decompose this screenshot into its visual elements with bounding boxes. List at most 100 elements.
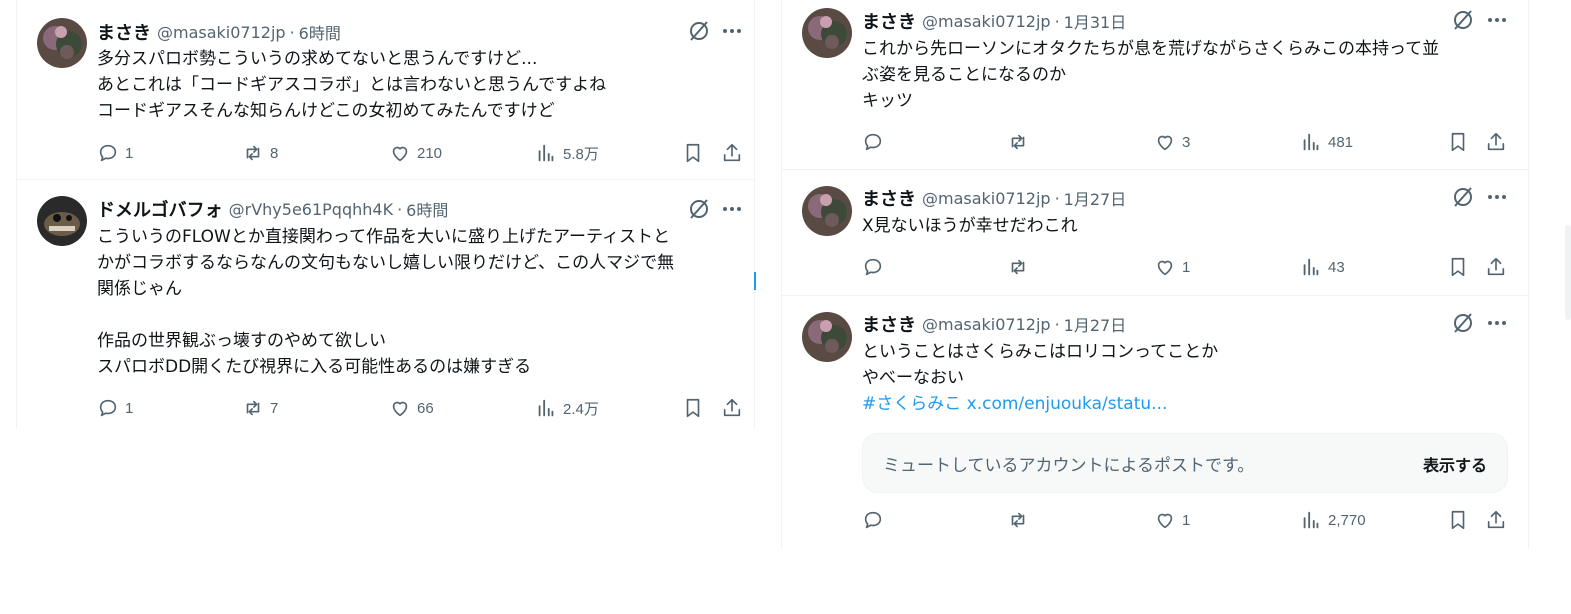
bookmark-button[interactable] (1447, 508, 1469, 532)
views-count: 5.8万 (563, 145, 599, 163)
tweet-header: まさき @masaki0712jp · 1月31日 (862, 8, 1127, 34)
timestamp[interactable]: 1月31日 (1064, 9, 1127, 33)
reply-icon (99, 144, 117, 162)
tweet[interactable]: まさき @masaki0712jp · 6時間 多分スパロボ勢こういうの求めてな… (17, 0, 754, 180)
separator-dot: · (397, 199, 403, 219)
repost-icon (1011, 134, 1025, 150)
muted-post-notice: ミュートしているアカウントによるポストです。 表示する (862, 433, 1508, 493)
show-button[interactable]: 表示する (1423, 452, 1487, 476)
reply-icon (864, 133, 882, 151)
scrollbar-thumb[interactable] (1565, 225, 1571, 320)
reply-button[interactable] (862, 508, 890, 532)
share-icon (723, 143, 741, 162)
share-button[interactable] (1485, 130, 1507, 154)
display-name[interactable]: まさき (97, 19, 151, 45)
grok-icon[interactable] (687, 197, 711, 221)
views-button[interactable]: 481 (1300, 130, 1353, 154)
repost-button[interactable]: 7 (242, 396, 278, 420)
timestamp[interactable]: 6時間 (299, 20, 341, 44)
hashtag-link[interactable]: #さくらみこ (862, 394, 961, 414)
avatar[interactable] (802, 8, 852, 58)
timestamp[interactable]: 1月27日 (1064, 312, 1127, 336)
grok-icon[interactable] (1451, 185, 1475, 209)
avatar[interactable] (37, 18, 87, 68)
avatar[interactable] (802, 312, 852, 362)
share-button[interactable] (721, 396, 743, 420)
reply-icon (864, 511, 882, 529)
tweet-text: ということはさくらみこはロリコンってことか やべーなおい #さくらみこ x.com/… (862, 339, 1512, 417)
views-count: 43 (1328, 258, 1345, 276)
more-icon[interactable] (720, 19, 744, 43)
tweet-line: ぶ姿を見ることになるのか (862, 65, 1066, 85)
timestamp[interactable]: 1月27日 (1064, 186, 1127, 210)
views-count: 2,770 (1328, 511, 1366, 529)
share-button[interactable] (721, 141, 743, 165)
like-button[interactable]: 1 (1154, 508, 1190, 532)
like-icon (1157, 135, 1173, 151)
more-icon[interactable] (1485, 311, 1509, 335)
user-handle[interactable]: @masaki0712jp (922, 12, 1051, 31)
views-icon (1303, 511, 1319, 529)
display-name[interactable]: まさき (862, 8, 916, 34)
display-name[interactable]: まさき (862, 311, 916, 337)
tweet-line: 多分スパロボ勢こういうの求めてないと思うんですけど... (97, 49, 538, 69)
tweet-header: ドメルゴバフォ @rVhy5e61Pqqhh4K · 6時間 (97, 196, 448, 222)
tweet-line: コードギアスそんな知らんけどこの女初めてみたんですけど (97, 101, 555, 121)
share-button[interactable] (1485, 508, 1507, 532)
more-icon[interactable] (1485, 8, 1509, 32)
like-icon (1157, 513, 1173, 529)
views-button[interactable]: 43 (1300, 255, 1345, 279)
tweet-line: かがコラボするならなんの文句もないし嬉しい限りだけど、この人マジで無 (97, 253, 675, 273)
like-button[interactable]: 210 (389, 141, 442, 165)
repost-button[interactable] (1007, 508, 1035, 532)
grok-icon[interactable] (1451, 8, 1475, 32)
display-name[interactable]: まさき (862, 185, 916, 211)
bookmark-button[interactable] (682, 396, 704, 420)
scroll-indicator (754, 272, 756, 290)
user-handle[interactable]: @masaki0712jp (157, 23, 286, 42)
tweet-line: X見ないほうが幸せだわこれ (862, 216, 1078, 236)
views-button[interactable]: 5.8万 (535, 141, 599, 165)
like-count: 66 (417, 399, 434, 417)
bookmark-button[interactable] (682, 141, 704, 165)
user-handle[interactable]: @masaki0712jp (922, 315, 1051, 334)
bookmark-button[interactable] (1447, 130, 1469, 154)
repost-button[interactable] (1007, 130, 1035, 154)
reply-button[interactable] (862, 255, 890, 279)
avatar[interactable] (37, 196, 87, 246)
views-button[interactable]: 2,770 (1300, 508, 1366, 532)
more-icon[interactable] (1485, 185, 1509, 209)
share-button[interactable] (1485, 255, 1507, 279)
grok-icon[interactable] (1451, 311, 1475, 335)
user-handle[interactable]: @masaki0712jp (922, 189, 1051, 208)
like-button[interactable]: 3 (1154, 130, 1190, 154)
tweet[interactable]: まさき @masaki0712jp · 1月31日 これから先ローソンにオタクた… (782, 0, 1528, 170)
bookmark-icon (1451, 132, 1465, 152)
share-icon (1487, 132, 1505, 151)
reply-button[interactable]: 1 (97, 396, 133, 420)
timestamp[interactable]: 6時間 (406, 197, 448, 221)
url-link[interactable]: x.com/enjuouka/statu... (967, 394, 1168, 414)
like-button[interactable]: 66 (389, 396, 434, 420)
separator-dot: · (1054, 314, 1060, 334)
repost-button[interactable] (1007, 255, 1035, 279)
like-button[interactable]: 1 (1154, 255, 1190, 279)
more-icon[interactable] (720, 197, 744, 221)
repost-button[interactable]: 8 (242, 141, 278, 165)
tweet[interactable]: まさき @masaki0712jp · 1月27日 X見ないほうが幸せだわこれ … (782, 170, 1528, 296)
user-handle[interactable]: @rVhy5e61Pqqhh4K (229, 200, 393, 219)
reply-icon (864, 258, 882, 276)
separator-dot: · (289, 22, 295, 42)
reply-button[interactable] (862, 130, 890, 154)
display-name[interactable]: ドメルゴバフォ (97, 196, 223, 222)
views-button[interactable]: 2.4万 (535, 396, 599, 420)
bookmark-button[interactable] (1447, 255, 1469, 279)
grok-icon[interactable] (687, 19, 711, 43)
bookmark-icon (686, 398, 700, 418)
tweet[interactable]: ドメルゴバフォ @rVhy5e61Pqqhh4K · 6時間 こういうのFLOW… (17, 180, 754, 428)
tweet-text: X見ないほうが幸せだわこれ (862, 213, 1512, 239)
reply-button[interactable]: 1 (97, 141, 133, 165)
repost-count: 8 (270, 144, 279, 162)
like-icon (1157, 260, 1173, 276)
avatar[interactable] (802, 186, 852, 236)
